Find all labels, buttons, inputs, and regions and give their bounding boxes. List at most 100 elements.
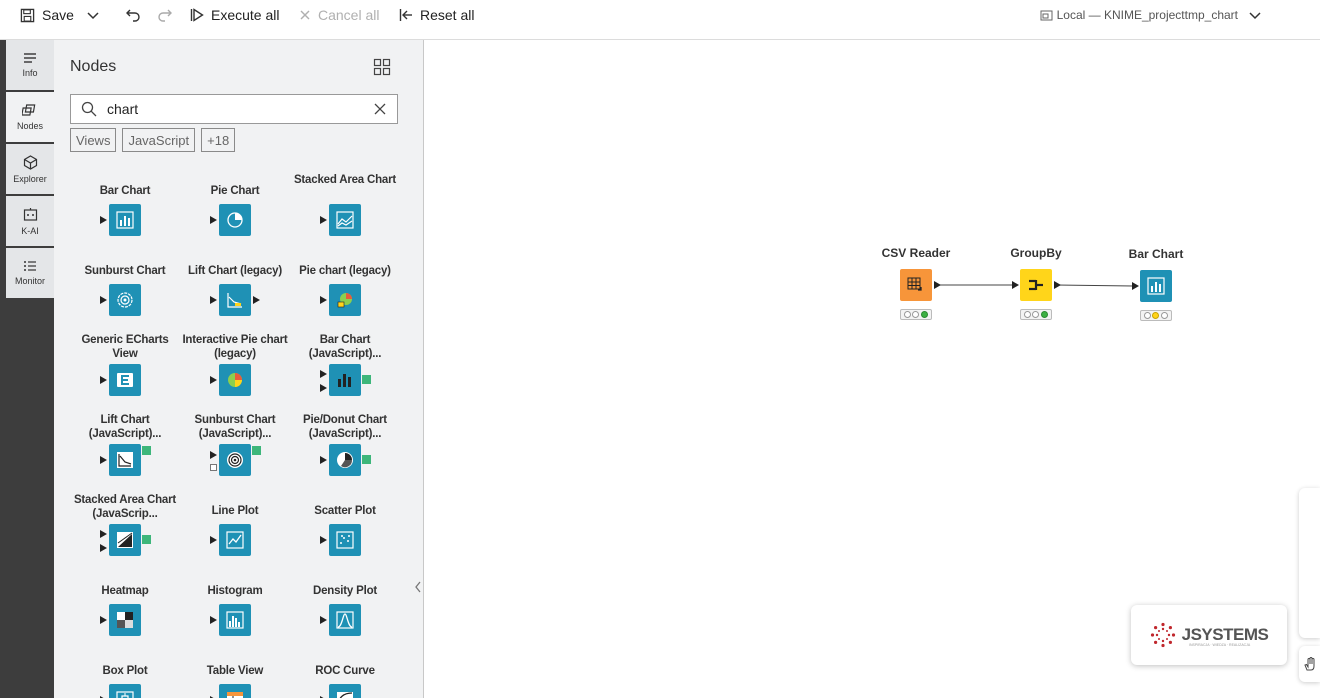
tag-chip-views[interactable]: Views [70, 128, 117, 152]
node-label: Pie/Donut Chart (JavaScript)... [303, 414, 387, 440]
node-tile-pie-donut-chart-javascript[interactable]: Pie/Donut Chart (JavaScript)... [290, 406, 400, 486]
status-light [1041, 311, 1049, 318]
input-port [210, 451, 217, 459]
node-icon [219, 364, 251, 396]
node-tile-lift-chart-legacy[interactable]: Lift Chart (legacy) [180, 246, 290, 326]
save-button[interactable]: Save [20, 6, 74, 24]
node-tile-bar-chart-javascript[interactable]: Bar Chart (JavaScript)... [290, 326, 400, 406]
undo-button[interactable] [124, 6, 141, 24]
workflow-context[interactable]: Local — KNIME_projecttmp_chart [1040, 6, 1238, 24]
node-tile-box-plot[interactable]: Box Plot [70, 646, 180, 698]
node-icon [109, 684, 141, 698]
status-light [921, 311, 929, 318]
node-icon [1020, 269, 1052, 301]
node-tile-pie-chart-legacy[interactable]: Pie chart (legacy) [290, 246, 400, 326]
input-port [210, 536, 217, 544]
node-icon [329, 524, 361, 556]
node-icon [219, 444, 251, 476]
table-view-icon [227, 692, 243, 698]
pan-mode-button[interactable] [1299, 646, 1320, 682]
node-icon [219, 684, 251, 698]
pie-chart-icon [227, 212, 243, 228]
node-icon [219, 604, 251, 636]
tag-chip-javascript[interactable]: JavaScript [122, 128, 196, 152]
execute-all-button[interactable]: Execute all [190, 6, 279, 24]
cancel-all-button[interactable]: Cancel all [299, 6, 379, 24]
grid-view-toggle[interactable] [373, 58, 391, 76]
node-tile-sunburst-chart-javascript[interactable]: Sunburst Chart (JavaScript)... [180, 406, 290, 486]
box-plot-icon [116, 691, 134, 698]
node-tile-interactive-pie-chart-legacy[interactable]: Interactive Pie chart (legacy) [180, 326, 290, 406]
reset-all-label: Reset all [420, 7, 475, 23]
node-icon [219, 524, 251, 556]
collapse-panel-button[interactable] [414, 581, 422, 596]
search-input[interactable] [107, 101, 357, 117]
node-icon [109, 204, 141, 236]
rail-tab-info[interactable]: Info [6, 40, 54, 90]
status-light [1152, 312, 1160, 319]
node-icon [109, 524, 141, 556]
node-tile-roc-curve[interactable]: ROC Curve [290, 646, 400, 698]
node-tile-lift-chart-javascript[interactable]: Lift Chart (JavaScript)... [70, 406, 180, 486]
node-tile-table-view[interactable]: Table View [180, 646, 290, 698]
node-label: Scatter Plot [314, 505, 376, 517]
scatter-plot-icon [336, 531, 354, 549]
chevron-down-icon [1249, 12, 1261, 20]
view-output-port [142, 446, 151, 455]
save-icon [20, 8, 35, 22]
rail-tab-explorer[interactable]: Explorer [6, 144, 54, 194]
nodes-icon [22, 104, 36, 116]
input-port [320, 296, 327, 304]
node-label: Interactive Pie chart (legacy) [182, 334, 288, 360]
info-icon [24, 53, 36, 63]
input-port[interactable] [1132, 282, 1139, 290]
node-icon [329, 684, 361, 698]
view-output-port [142, 535, 151, 544]
redo-button[interactable] [157, 6, 174, 24]
input-port [320, 456, 327, 464]
status-light [1143, 312, 1151, 319]
save-options-dropdown[interactable] [86, 6, 100, 24]
node-tile-stacked-area-chart[interactable]: Stacked Area Chart [290, 166, 400, 246]
node-title: CSV Reader [881, 246, 951, 260]
workflow-context-dropdown[interactable] [1248, 6, 1262, 24]
sunburst-icon [117, 292, 133, 308]
output-port[interactable] [1054, 281, 1061, 289]
node-tile-sunburst-chart[interactable]: Sunburst Chart [70, 246, 180, 326]
node-tile-heatmap[interactable]: Heatmap [70, 566, 180, 646]
node-label: Box Plot [102, 665, 148, 677]
node-status-traffic-light [1140, 310, 1172, 321]
node-tile-histogram[interactable]: Histogram [180, 566, 290, 646]
node-tile-bar-chart[interactable]: Bar Chart [70, 166, 180, 246]
workflow-canvas[interactable]: CSV Reader GroupBy Bar Chart [425, 40, 1320, 698]
node-tile-generic-echarts-view[interactable]: Generic ECharts View [70, 326, 180, 406]
input-port [210, 216, 217, 224]
view-output-port [362, 455, 371, 464]
rail-tab-monitor[interactable]: Monitor [6, 248, 54, 298]
reset-all-button[interactable]: Reset all [399, 6, 474, 24]
rail-tab-kai[interactable]: K-AI [6, 196, 54, 246]
node-tile-density-plot[interactable]: Density Plot [290, 566, 400, 646]
node-label: Generic ECharts View [81, 334, 169, 360]
node-tile-scatter-plot[interactable]: Scatter Plot [290, 486, 400, 566]
close-icon [300, 10, 310, 20]
node-label: Histogram [207, 585, 263, 597]
jsystems-logo-card: JSYSTEMS INSPIRACJA · WIEDZA · REALIZACJ… [1131, 605, 1287, 665]
kai-icon [23, 207, 37, 221]
heatmap-icon [117, 612, 133, 628]
node-tile-pie-chart[interactable]: Pie Chart [180, 166, 290, 246]
rail-tab-nodes[interactable]: Nodes [6, 92, 54, 142]
node-icon [1140, 270, 1172, 302]
rail-tab-label: Nodes [16, 121, 43, 131]
input-port[interactable] [1012, 281, 1019, 289]
chevron-left-icon [415, 581, 421, 593]
pie-chart-legacy-icon [337, 293, 352, 308]
node-tile-line-plot[interactable]: Line Plot [180, 486, 290, 566]
node-tile-stacked-area-chart-javascript[interactable]: Stacked Area Chart (JavaScrip... [70, 486, 180, 566]
output-port[interactable] [934, 281, 941, 289]
clear-search-icon[interactable] [373, 102, 387, 116]
tag-chip-more[interactable]: +18 [201, 128, 236, 152]
histogram-icon [226, 611, 244, 629]
connections [936, 284, 1134, 287]
bar-chart-icon [116, 211, 134, 229]
